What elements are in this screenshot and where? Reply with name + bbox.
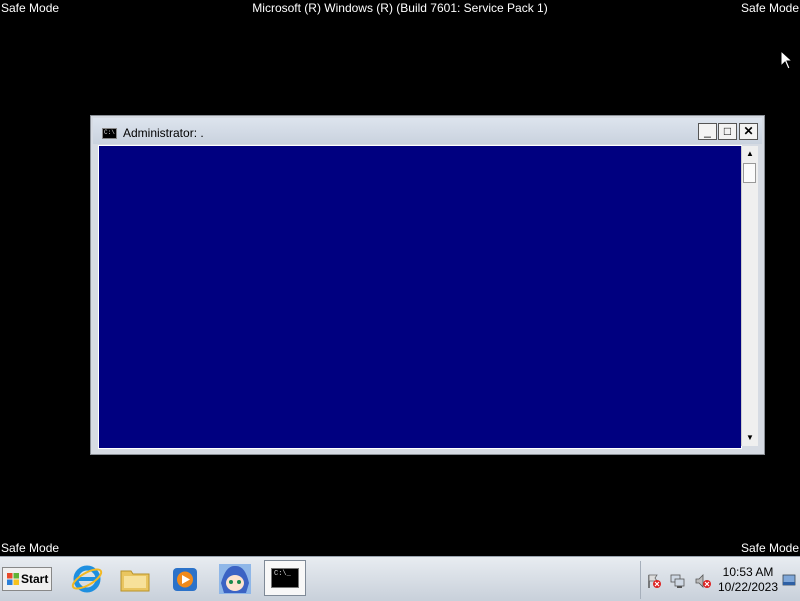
taskbar: Start C:\_ 10:53 AM 10/22/2023 xyxy=(0,556,800,601)
folder-icon[interactable] xyxy=(118,563,152,595)
internet-explorer-icon[interactable] xyxy=(70,563,104,595)
mouse-cursor-icon xyxy=(780,50,794,70)
window-title: Administrator: . xyxy=(123,126,204,140)
clock-date: 10/22/2023 xyxy=(717,580,779,594)
windows-flag-icon xyxy=(7,573,19,585)
command-prompt-icon: C:\_ xyxy=(271,568,299,588)
safe-mode-label-top-right: Safe Mode xyxy=(740,1,799,15)
media-player-icon[interactable] xyxy=(168,563,202,595)
scroll-down-arrow-icon[interactable]: ▼ xyxy=(742,430,758,446)
safe-mode-label-bottom-left: Safe Mode xyxy=(1,541,60,555)
console-output-area[interactable] xyxy=(98,145,742,449)
safe-mode-label-bottom-right: Safe Mode xyxy=(740,541,799,555)
command-prompt-icon: C:\ xyxy=(102,128,117,139)
command-prompt-window[interactable]: C:\ Administrator: . _ □ ✕ ▲ ▼ xyxy=(90,115,765,455)
volume-muted-icon[interactable] xyxy=(695,573,711,589)
maximize-button[interactable]: □ xyxy=(718,123,737,140)
close-button[interactable]: ✕ xyxy=(739,123,758,140)
command-prompt-task-button[interactable]: C:\_ xyxy=(264,560,306,596)
window-titlebar[interactable]: C:\ Administrator: . xyxy=(93,118,762,144)
clock-time: 10:53 AM xyxy=(722,565,774,579)
minimize-button[interactable]: _ xyxy=(698,123,717,140)
os-build-title: Microsoft (R) Windows (R) (Build 7601: S… xyxy=(252,1,548,15)
system-tray: 10:53 AM 10/22/2023 xyxy=(640,561,799,599)
scrollbar-thumb[interactable] xyxy=(743,163,756,183)
scroll-up-arrow-icon[interactable]: ▲ xyxy=(742,146,758,162)
vertical-scrollbar[interactable]: ▲ ▼ xyxy=(741,146,758,446)
taskbar-clock[interactable]: 10:53 AM 10/22/2023 xyxy=(717,565,779,595)
avatar-icon[interactable] xyxy=(218,563,252,595)
network-icon[interactable] xyxy=(670,573,686,589)
show-desktop-icon[interactable] xyxy=(782,573,796,587)
start-button[interactable]: Start xyxy=(2,567,52,591)
action-center-flag-icon[interactable] xyxy=(646,573,662,589)
start-label: Start xyxy=(21,572,49,586)
